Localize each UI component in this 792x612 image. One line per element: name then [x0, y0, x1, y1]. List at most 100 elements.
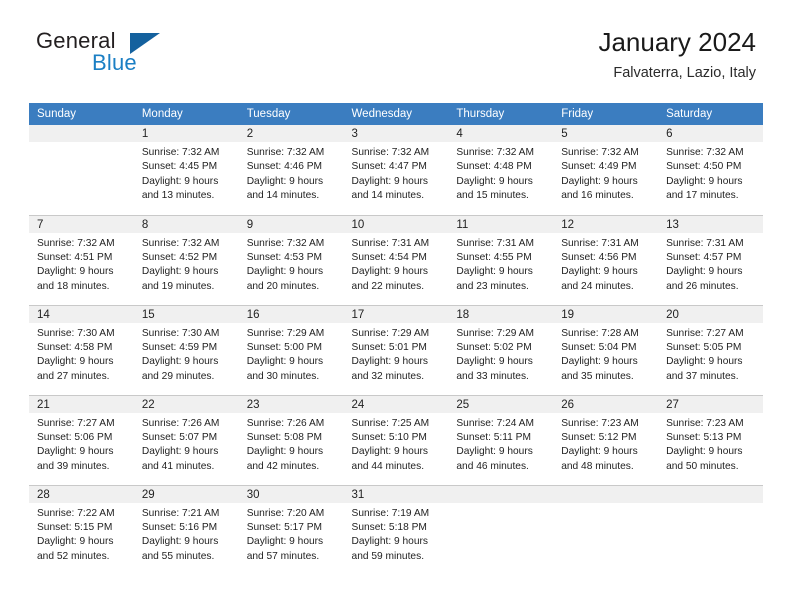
day-number: 6 — [658, 125, 763, 142]
calendar-day-cell[interactable]: 21 Sunrise: 7:27 AM Sunset: 5:06 PM Dayligh… — [29, 394, 134, 485]
day-number: 5 — [553, 125, 659, 142]
sunrise-time: Sunrise: 7:32 AM — [351, 147, 430, 158]
calendar-day-cell[interactable]: 28 Sunrise: 7:22 AM Sunset: 5:15 PM Dayligh… — [29, 484, 134, 575]
day-number: 3 — [343, 125, 449, 142]
day-number: 26 — [553, 395, 659, 413]
daylight-duration-line1: Daylight: 9 hours — [456, 356, 533, 368]
calendar-day-cell[interactable]: 23 Sunrise: 7:26 AM Sunset: 5:08 PM Dayligh… — [238, 394, 344, 485]
daylight-duration-line2: and 44 minutes. — [351, 460, 425, 472]
day-number: 30 — [238, 485, 344, 503]
sunset-time: Sunset: 4:56 PM — [561, 251, 637, 263]
daylight-duration-line2: and 14 minutes. — [246, 190, 320, 202]
calendar-day-cell[interactable]: 1 Sunrise: 7:32 AM Sunset: 4:45 PM Daylight… — [133, 125, 239, 215]
sunrise-time: Sunrise: 7:31 AM — [666, 237, 744, 249]
calendar-day-cell[interactable]: 17 Sunrise: 7:29 AM Sunset: 5:01 PM Dayligh… — [343, 304, 449, 395]
day-details: Sunrise: 7:31 AM Sunset: 4:56 PM Daylight:… — [553, 233, 658, 295]
day-details: Sunrise: 7:32 AM Sunset: 4:50 PM Daylight:… — [658, 142, 763, 204]
day-details: Sunrise: 7:31 AM Sunset: 4:55 PM Daylight:… — [448, 233, 553, 295]
calendar-day-cell[interactable]: 31 Sunrise: 7:19 AM Sunset: 5:18 PM Dayligh… — [343, 484, 449, 575]
calendar-day-cell[interactable]: 5 Sunrise: 7:32 AM Sunset: 4:49 PM Daylight… — [553, 125, 659, 215]
day-details: Sunrise: 7:28 AM Sunset: 5:04 PM Daylight:… — [553, 323, 658, 385]
day-details: Sunrise: 7:27 AM Sunset: 5:05 PM Daylight:… — [658, 323, 763, 385]
day-number: 25 — [448, 395, 554, 413]
daylight-duration-line1: Daylight: 9 hours — [246, 356, 324, 368]
calendar-week-row: 21 Sunrise: 7:27 AM Sunset: 5:06 PM Dayligh… — [29, 394, 763, 485]
calendar-day-cell[interactable]: 19 Sunrise: 7:28 AM Sunset: 5:04 PM Dayligh… — [553, 304, 659, 395]
calendar-day-cell[interactable]: 20 Sunrise: 7:27 AM Sunset: 5:05 PM Dayligh… — [658, 304, 763, 395]
calendar-day-cell[interactable]: 16 Sunrise: 7:29 AM Sunset: 5:00 PM Dayligh… — [238, 304, 344, 395]
daylight-duration-line2: and 39 minutes. — [37, 460, 110, 472]
sunrise-time: Sunrise: 7:26 AM — [141, 417, 220, 429]
calendar-day-cell[interactable]: 4 Sunrise: 7:32 AM Sunset: 4:48 PM Daylight… — [448, 125, 554, 215]
calendar-day-cell[interactable]: 11 Sunrise: 7:31 AM Sunset: 4:55 PM Dayligh… — [448, 214, 554, 305]
day-number: 16 — [238, 305, 344, 323]
daylight-duration-line2: and 26 minutes. — [666, 280, 739, 292]
sunrise-time: Sunrise: 7:32 AM — [246, 147, 325, 158]
daylight-duration-line2: and 18 minutes. — [37, 280, 110, 292]
day-details: Sunrise: 7:21 AM Sunset: 5:16 PM Daylight:… — [134, 503, 239, 565]
calendar-day-cell[interactable]: 27 Sunrise: 7:23 AM Sunset: 5:13 PM Dayligh… — [658, 394, 763, 485]
brand-name-blue: Blue — [92, 50, 137, 75]
calendar-day-cell[interactable]: 29 Sunrise: 7:21 AM Sunset: 5:16 PM Dayligh… — [133, 484, 239, 575]
sunset-time: Sunset: 5:07 PM — [141, 431, 218, 443]
calendar-header-row: Sunday Monday Tuesday Wednesday Thursday… — [29, 103, 763, 125]
day-number — [29, 125, 134, 142]
sunset-time: Sunset: 4:48 PM — [456, 161, 532, 173]
calendar-day-cell[interactable]: 30 Sunrise: 7:20 AM Sunset: 5:17 PM Dayligh… — [238, 484, 344, 575]
daylight-duration-line2: and 14 minutes. — [351, 190, 425, 202]
daylight-duration-line1: Daylight: 9 hours — [666, 446, 743, 458]
sunset-time: Sunset: 4:49 PM — [561, 161, 637, 173]
calendar-day-cell[interactable]: 12 Sunrise: 7:31 AM Sunset: 4:56 PM Dayligh… — [553, 214, 659, 305]
daylight-duration-line1: Daylight: 9 hours — [351, 266, 428, 278]
day-details: Sunrise: 7:19 AM Sunset: 5:18 PM Daylight:… — [344, 503, 449, 565]
calendar-day-cell[interactable]: 13 Sunrise: 7:31 AM Sunset: 4:57 PM Dayligh… — [658, 214, 763, 305]
daylight-duration-line2: and 37 minutes. — [666, 370, 739, 382]
calendar-body: 1 Sunrise: 7:32 AM Sunset: 4:45 PM Daylight… — [29, 125, 763, 575]
daylight-duration-line1: Daylight: 9 hours — [141, 536, 219, 548]
day-details: Sunrise: 7:29 AM Sunset: 5:01 PM Daylight:… — [344, 323, 449, 385]
calendar-day-cell[interactable]: 15 Sunrise: 7:30 AM Sunset: 4:59 PM Dayligh… — [133, 304, 239, 395]
daylight-duration-line2: and 27 minutes. — [37, 370, 110, 382]
calendar-day-cell[interactable]: 25 Sunrise: 7:24 AM Sunset: 5:11 PM Dayligh… — [448, 394, 554, 485]
calendar-day-cell[interactable]: 8 Sunrise: 7:32 AM Sunset: 4:52 PM Daylight… — [133, 214, 239, 305]
calendar-day-cell[interactable]: 2 Sunrise: 7:32 AM Sunset: 4:46 PM Daylight… — [238, 125, 344, 215]
daylight-duration-line1: Daylight: 9 hours — [351, 356, 428, 368]
calendar-day-cell[interactable]: 9 Sunrise: 7:32 AM Sunset: 4:53 PM Daylight… — [238, 214, 344, 305]
sunset-time: Sunset: 4:51 PM — [37, 251, 113, 263]
calendar-day-cell[interactable]: 26 Sunrise: 7:23 AM Sunset: 5:12 PM Dayligh… — [553, 394, 659, 485]
sunrise-time: Sunrise: 7:25 AM — [351, 417, 430, 429]
day-number: 17 — [343, 305, 449, 323]
daylight-duration-line1: Daylight: 9 hours — [561, 446, 638, 458]
sunset-time: Sunset: 5:04 PM — [561, 341, 637, 353]
sunset-time: Sunset: 4:57 PM — [666, 251, 742, 263]
sunset-time: Sunset: 4:54 PM — [351, 251, 427, 263]
page-location: Falvaterra, Lazio, Italy — [613, 64, 756, 81]
daylight-duration-line2: and 15 minutes. — [456, 190, 529, 202]
sunrise-time: Sunrise: 7:27 AM — [666, 327, 744, 339]
calendar-day-cell[interactable]: 6 Sunrise: 7:32 AM Sunset: 4:50 PM Daylight… — [658, 125, 763, 215]
day-details: Sunrise: 7:31 AM Sunset: 4:54 PM Daylight:… — [344, 233, 449, 295]
day-details: Sunrise: 7:20 AM Sunset: 5:17 PM Daylight:… — [239, 503, 344, 565]
calendar-day-cell[interactable]: 10 Sunrise: 7:31 AM Sunset: 4:54 PM Dayligh… — [343, 214, 449, 305]
calendar-day-cell[interactable]: 22 Sunrise: 7:26 AM Sunset: 5:07 PM Dayligh… — [133, 394, 239, 485]
daylight-duration-line2: and 29 minutes. — [141, 370, 215, 382]
sunset-time: Sunset: 5:01 PM — [351, 341, 427, 353]
sunset-time: Sunset: 4:46 PM — [246, 161, 323, 173]
day-number: 29 — [133, 485, 239, 503]
calendar-day-cell[interactable]: 7 Sunrise: 7:32 AM Sunset: 4:51 PM Daylight… — [29, 214, 134, 305]
sunset-time: Sunset: 5:17 PM — [246, 521, 323, 533]
daylight-duration-line1: Daylight: 9 hours — [246, 536, 324, 548]
daylight-duration-line2: and 41 minutes. — [141, 460, 215, 472]
brand-logo[interactable]: General Blue — [36, 30, 296, 86]
day-details: Sunrise: 7:32 AM Sunset: 4:45 PM Daylight:… — [134, 142, 239, 204]
sunset-time: Sunset: 4:45 PM — [141, 161, 218, 173]
day-number: 23 — [238, 395, 344, 413]
calendar-day-cell[interactable]: 3 Sunrise: 7:32 AM Sunset: 4:47 PM Daylight… — [343, 125, 449, 215]
calendar-day-cell[interactable]: 14 Sunrise: 7:30 AM Sunset: 4:58 PM Dayligh… — [29, 304, 134, 395]
sunrise-time: Sunrise: 7:19 AM — [351, 507, 430, 519]
page-header: General Blue January 2024 Falvaterra, La… — [0, 0, 792, 100]
calendar-day-cell[interactable]: 24 Sunrise: 7:25 AM Sunset: 5:10 PM Dayligh… — [343, 394, 449, 485]
calendar-day-cell[interactable]: 18 Sunrise: 7:29 AM Sunset: 5:02 PM Dayligh… — [448, 304, 554, 395]
day-details: Sunrise: 7:32 AM Sunset: 4:53 PM Daylight:… — [239, 233, 344, 295]
day-number: 19 — [553, 305, 659, 323]
